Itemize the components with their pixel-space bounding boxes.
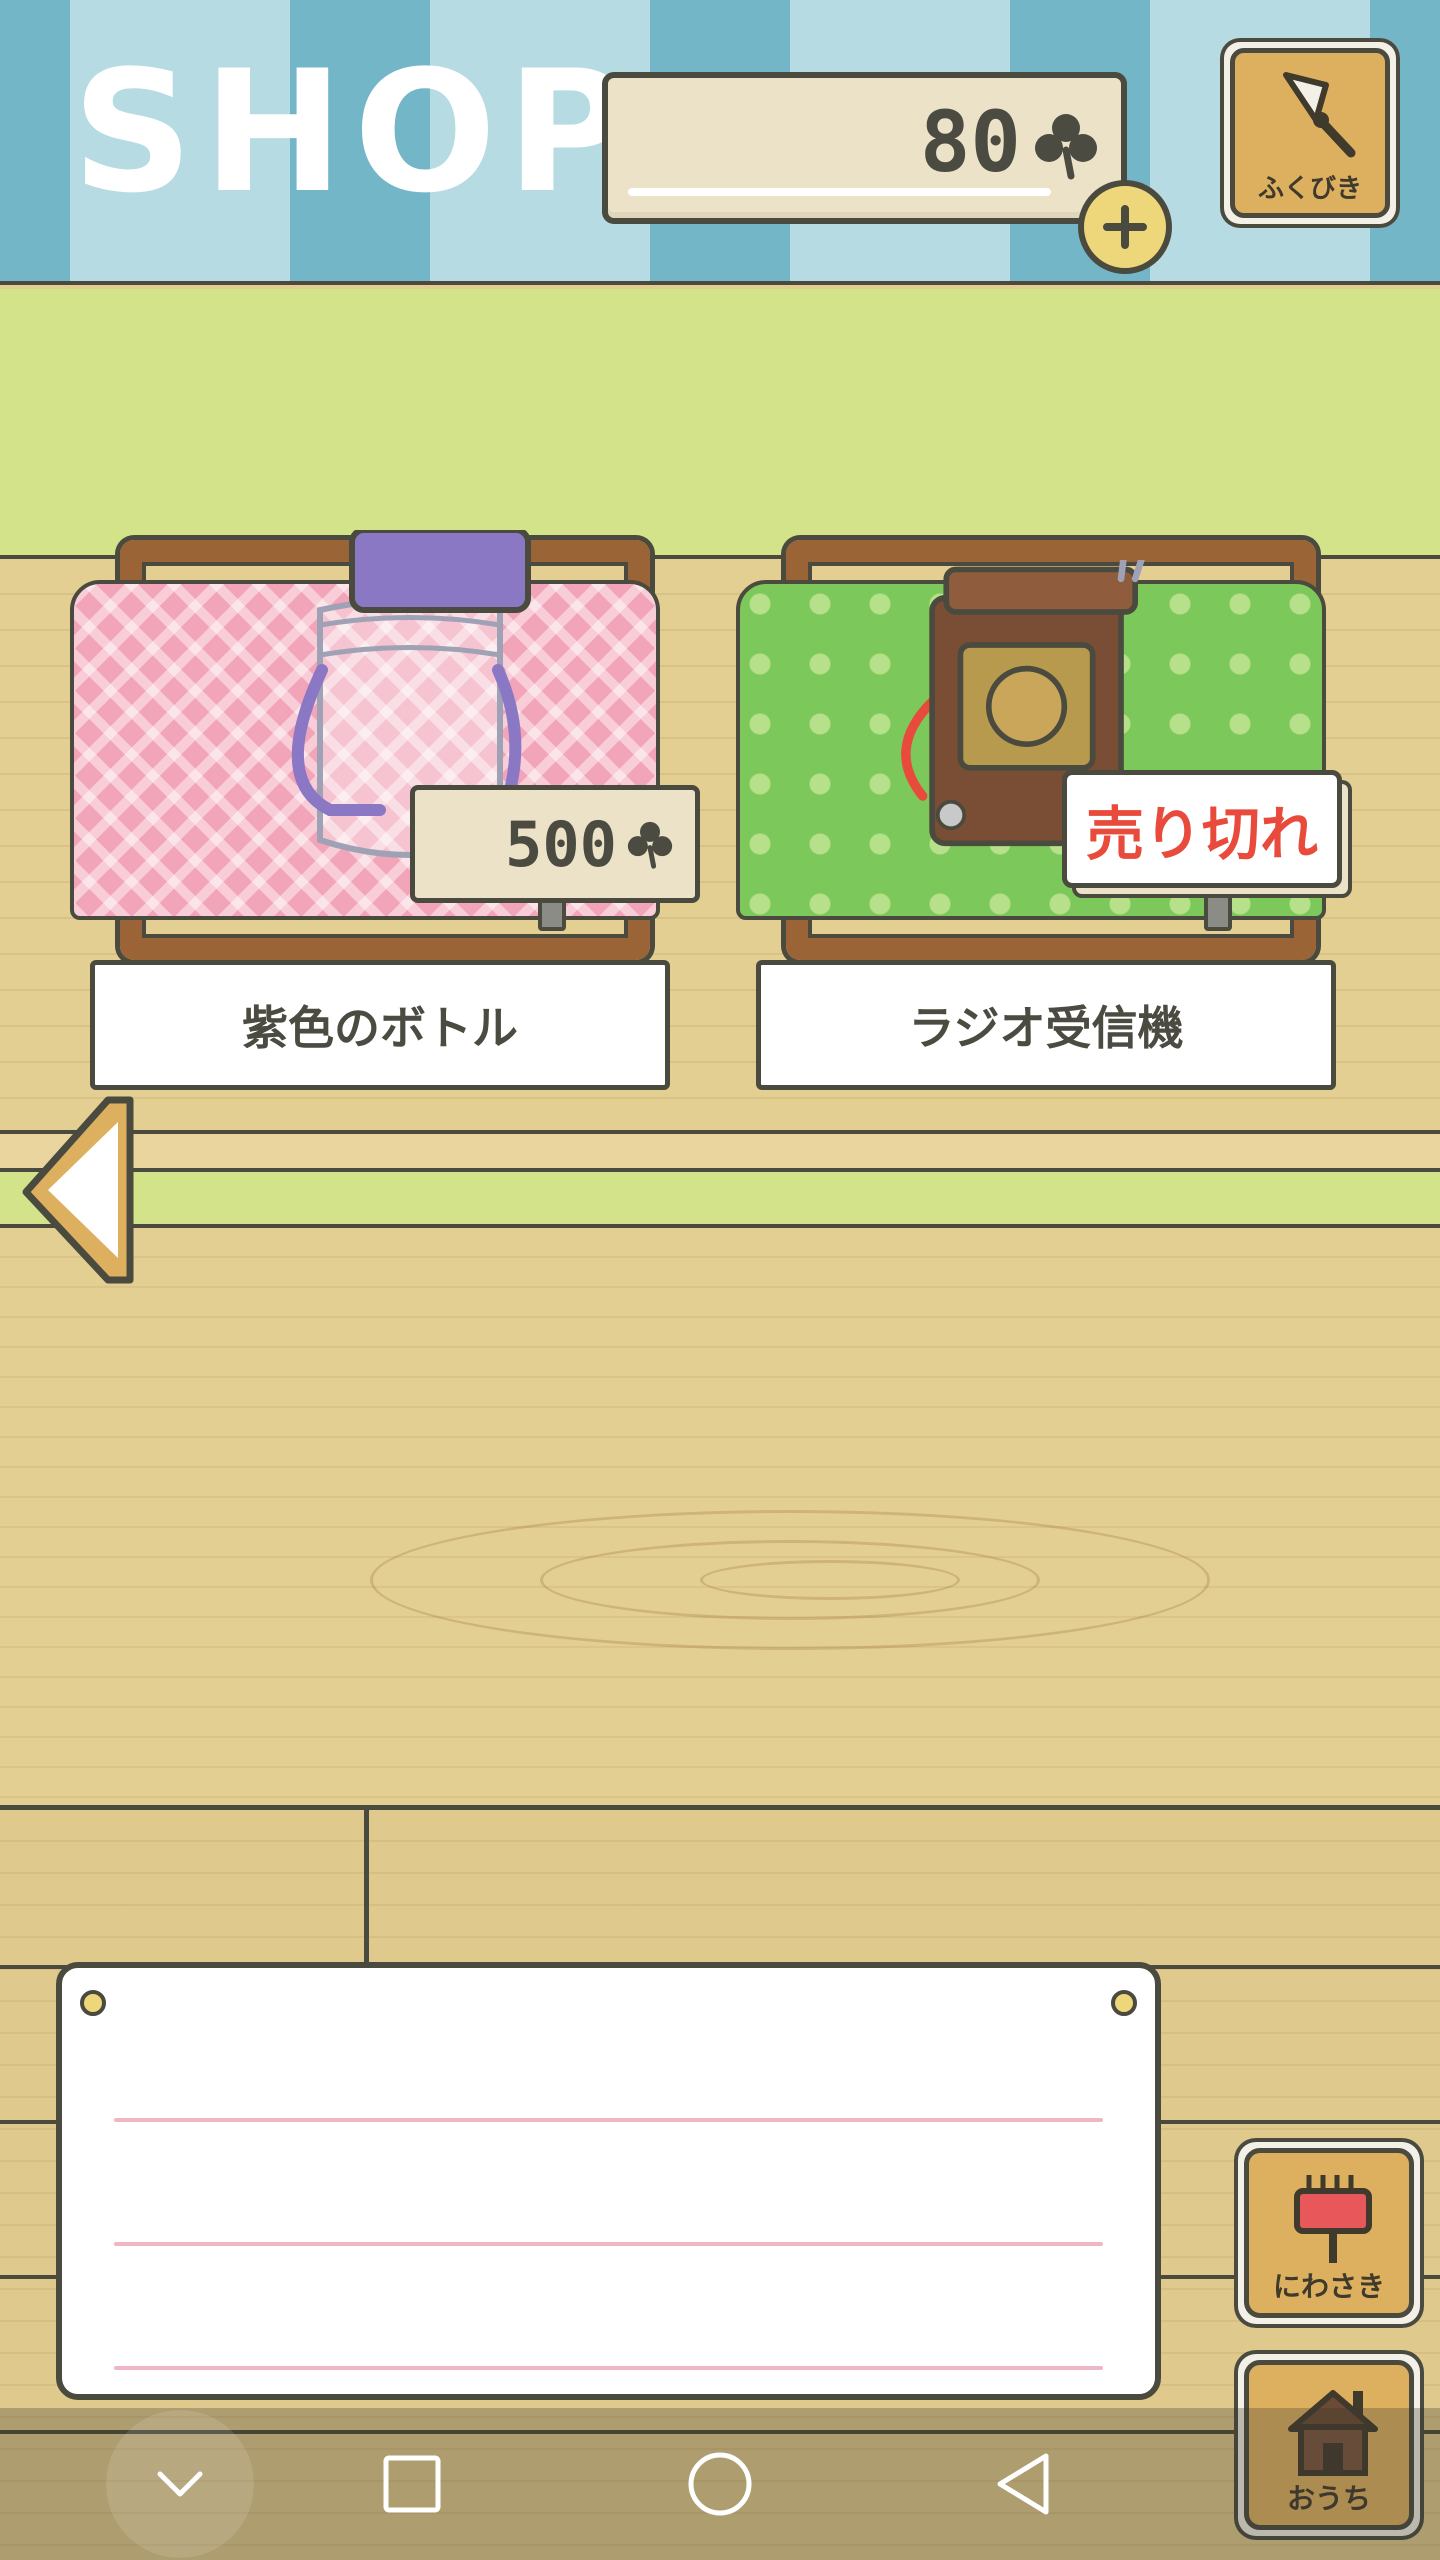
previous-page-arrow[interactable] xyxy=(18,1092,142,1288)
nav-back-button[interactable] xyxy=(948,2408,1100,2560)
add-clover-button[interactable] xyxy=(1078,180,1172,274)
nav-collapse-button[interactable] xyxy=(104,2408,256,2560)
clover-icon xyxy=(627,821,673,869)
garden-label: にわさき xyxy=(1272,2270,1385,2303)
wall-strip xyxy=(0,1172,1440,1228)
tag-clip xyxy=(1204,885,1232,931)
clover-counter: 80 xyxy=(602,72,1127,224)
price-tag: 500 xyxy=(410,785,700,903)
system-nav-bar xyxy=(0,2408,1440,2560)
shop-item-purple-bottle[interactable]: 500 紫色のボトル xyxy=(70,530,700,1100)
pin-icon xyxy=(1111,1990,1137,2016)
nav-home-button[interactable] xyxy=(644,2408,796,2560)
plus-icon xyxy=(1103,205,1147,249)
message-board xyxy=(56,1962,1161,2400)
wood-grain xyxy=(700,1560,960,1600)
lottery-button[interactable]: ふくびき xyxy=(1220,38,1400,228)
counter-underline xyxy=(628,188,1051,196)
clover-amount: 80 xyxy=(919,93,1021,191)
square-icon xyxy=(383,2455,441,2513)
item-name: 紫色のボトル xyxy=(90,960,670,1090)
lottery-label: ふくびき xyxy=(1257,174,1362,204)
board-seam xyxy=(364,1810,369,1965)
shop-item-radio-receiver[interactable]: 売り切れ ラジオ受信機 xyxy=(736,540,1356,1100)
board-rule xyxy=(114,2118,1103,2122)
mailbox-icon xyxy=(1294,2175,1372,2263)
item-name: ラジオ受信機 xyxy=(756,960,1336,1090)
board-rule xyxy=(114,2242,1103,2246)
shelf-edge xyxy=(0,1130,1440,1172)
chevron-down-icon xyxy=(157,2471,203,2497)
circle-icon xyxy=(688,2452,752,2516)
back-wall xyxy=(0,289,1440,559)
garden-button-face: にわさき xyxy=(1244,2148,1414,2318)
lottery-button-face: ふくびき xyxy=(1230,48,1390,218)
sold-out-tag: 売り切れ xyxy=(1062,770,1342,888)
nav-recents-button[interactable] xyxy=(336,2408,488,2560)
page-title: SHOP xyxy=(72,34,640,230)
clover-icon xyxy=(1035,114,1097,180)
board-rule xyxy=(114,2366,1103,2370)
pin-icon xyxy=(80,1990,106,2016)
triangle-back-icon xyxy=(997,2453,1049,2515)
item-price: 500 xyxy=(505,807,617,881)
garden-button[interactable]: にわさき xyxy=(1234,2138,1424,2328)
bell-icon xyxy=(1283,72,1356,158)
shop-header: SHOP 80 ふくびき xyxy=(0,0,1440,285)
